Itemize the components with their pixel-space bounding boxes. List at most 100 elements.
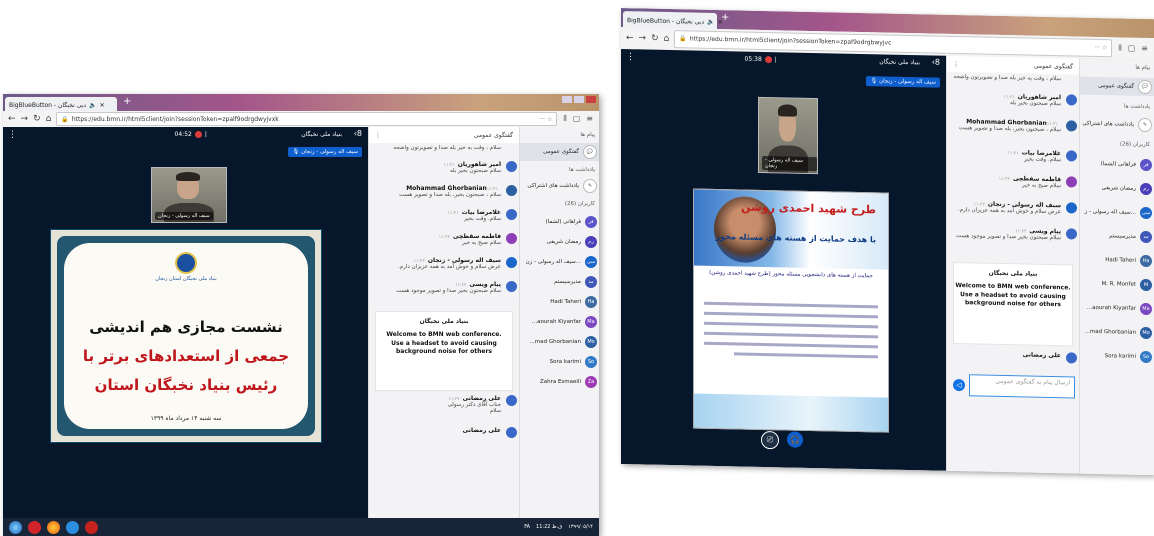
user-list-item[interactable]: سیف اله رسولی - ز... سی (1080, 203, 1154, 223)
chat-options-icon[interactable]: ⋮ (375, 132, 381, 139)
sidebar-icon[interactable]: ▢ (573, 114, 581, 124)
sidebar-item-shared-notes[interactable]: یادداشت های اشتراکی ✎ (1080, 115, 1154, 135)
user-list-item[interactable]: ...aourah Kiyanfar Ma (1080, 299, 1154, 319)
share-screen-icon[interactable]: ⎚ (761, 430, 779, 450)
home-icon[interactable]: ⌂ (664, 34, 670, 44)
clock[interactable]: 11:22 ق.ظ (536, 524, 562, 530)
sender-name: فاطمه سقطچی (452, 233, 501, 240)
language-indicator[interactable]: FA (524, 524, 530, 530)
bookmark-star-icon[interactable]: ··· ☆ (1094, 44, 1107, 51)
chat-message-input[interactable]: ارسال پیام به گفتگوی عمومی (969, 374, 1075, 399)
new-tab-button[interactable]: + (123, 96, 131, 107)
window-close-button[interactable] (586, 96, 596, 103)
opera-icon[interactable] (28, 520, 41, 534)
avatar (506, 395, 517, 406)
avatar (1066, 352, 1077, 364)
speaker-icon[interactable]: 🔈 (707, 19, 714, 26)
start-button-icon[interactable] (9, 520, 22, 534)
send-message-button[interactable]: ◁ (953, 378, 965, 392)
reload-icon[interactable]: ↻ (651, 34, 659, 44)
chat-message: فاطمه سقطچی۱۱:۲۲ سلام صبح به خیر (951, 174, 1077, 190)
user-list-item[interactable]: Sora karimi So (520, 353, 599, 371)
address-bar[interactable]: 🔒 https://edu.bmn.ir/html5client/join?se… (56, 112, 558, 126)
firefox-icon[interactable] (47, 520, 60, 534)
sidebar-icon[interactable]: ▢ (1128, 44, 1136, 54)
internet-explorer-icon[interactable] (66, 520, 79, 534)
presentation-slide: طرح شهید احمدی روشن با هدف حمایت از هسته… (693, 188, 889, 433)
back-arrow-icon[interactable]: ← (8, 114, 16, 124)
message-time: ۱۱:۲۱ (1007, 151, 1019, 157)
date[interactable]: ۱۳۹۹/۰۵/۱۴ (568, 524, 593, 530)
public-chat-panel: ⋮ گفتگوی عمومی سلام ، وقت به خیر بله صدا… (946, 55, 1079, 474)
user-list-item[interactable]: Hadi Taheri Ha (1080, 251, 1154, 271)
avatar (506, 233, 517, 244)
user-list-item[interactable]: ...mad Ghorbanian Mo (1080, 323, 1154, 343)
user-list-item[interactable]: Hadi Taheri Ha (520, 293, 599, 311)
sender-name: Mohammad Ghorbanian (406, 185, 487, 192)
user-list-toggle-icon[interactable]: ‹8 (354, 129, 362, 138)
user-list-item[interactable]: Sora karimi So (1080, 347, 1154, 367)
hamburger-menu-icon[interactable]: ≡ (1141, 44, 1148, 54)
user-list-item[interactable]: مدیرسیستم مد (1080, 227, 1154, 247)
forward-arrow-icon[interactable]: → (21, 114, 29, 124)
more-vertical-icon[interactable]: ⋮ (8, 130, 17, 140)
headphones-icon[interactable]: 🎧 (787, 431, 803, 448)
avatar (1066, 202, 1077, 214)
user-list-item[interactable]: سیف اله رسولی - زن... سی (520, 253, 599, 271)
slide-text-line (704, 321, 878, 329)
library-icon[interactable]: ⫴ (1118, 43, 1121, 53)
home-icon[interactable]: ⌂ (46, 114, 52, 124)
talking-indicator[interactable]: 🎙 سیف اله رسولی - زنجان (288, 147, 362, 157)
new-tab-button[interactable]: + (721, 12, 729, 23)
avatar (506, 427, 517, 438)
organization-logo-icon (175, 252, 197, 274)
sidebar-item-shared-notes[interactable]: یادداشت های اشتراکی ✎ (520, 177, 599, 195)
user-list-item[interactable]: مدیرسیستم مد (520, 273, 599, 291)
talking-indicator[interactable]: 🎙 سیف اله رسولی - زنجان (866, 76, 940, 88)
reload-icon[interactable]: ↻ (33, 114, 41, 124)
user-list-item[interactable]: ...mad Ghorbanian Mo (520, 333, 599, 351)
user-avatar: Ma (585, 316, 597, 328)
more-vertical-icon[interactable]: ⋮ (626, 52, 635, 62)
record-icon[interactable] (194, 131, 202, 138)
user-name: مدیرسیستم (1109, 233, 1136, 240)
speaker-icon[interactable]: 🔈 (89, 102, 96, 109)
user-list-item[interactable]: رمضان شریفی رم (520, 233, 599, 251)
navigation-bar: ← → ↻ ⌂ 🔒 https://edu.bmn.ir/html5client… (3, 111, 599, 128)
url-text: https://edu.bmn.ir/html5client/join?sess… (689, 35, 892, 48)
user-name: مدیرسیستم (554, 279, 581, 285)
user-avatar: مد (585, 276, 597, 288)
record-icon[interactable] (764, 56, 772, 64)
user-list-item[interactable]: فراهانی (لشما) فر (520, 213, 599, 231)
slide-body-title: حمایت از هسته های دانشجویی مسئله محور (ط… (709, 269, 873, 280)
user-list-item[interactable]: Zahra Esmaeili Za (520, 373, 599, 391)
maximize-button[interactable] (574, 96, 584, 103)
sidebar-item-public-chat[interactable]: گفتگوی عمومی 💬 (520, 143, 599, 161)
webcam-video[interactable]: سیف اله رسولی - زنجان (151, 167, 227, 223)
slide-text-line (704, 311, 878, 319)
library-icon[interactable]: ⫴ (563, 114, 566, 124)
sender-name: علی رمضانی (462, 395, 501, 402)
meeting-header: ⋮ 04:52 | بنیاد ملی نخبگان ‹8 (3, 127, 368, 145)
minimize-button[interactable] (562, 96, 572, 103)
close-icon[interactable]: ✕ (100, 102, 105, 109)
app-icon[interactable] (85, 520, 98, 534)
chat-title[interactable]: گفتگوی عمومی (474, 132, 513, 139)
chat-message: سیف اله رسولی - زنجان۱۱:۲۲ عرض سلام و خو… (951, 200, 1077, 216)
bookmark-star-icon[interactable]: ··· ☆ (539, 116, 552, 123)
back-arrow-icon[interactable]: ← (626, 33, 634, 43)
chat-options-icon[interactable]: ⋮ (953, 60, 959, 67)
user-list-item[interactable]: ...aourah Kiyanfar Ma (520, 313, 599, 331)
user-avatar: Mo (1140, 326, 1152, 340)
forward-arrow-icon[interactable]: → (639, 33, 647, 43)
sidebar-item-public-chat[interactable]: گفتگوی عمومی 💬 (1080, 76, 1154, 97)
user-list-item[interactable]: رمضان شریفی رم (1080, 179, 1154, 199)
user-name: ...mad Ghorbanian (529, 339, 581, 345)
user-list-item[interactable]: فراهانی (لشما) فر (1080, 155, 1154, 175)
hamburger-menu-icon[interactable]: ≡ (586, 114, 593, 124)
user-list-item[interactable]: M. R. Monfet M (1080, 275, 1154, 295)
webcam-video[interactable]: سیف اله رسولی - زنجان (758, 96, 818, 175)
meeting-title: بنیاد ملی نخبگان (301, 131, 342, 138)
user-list-toggle-icon[interactable]: ‹8 (932, 58, 940, 67)
chat-title[interactable]: گفتگوی عمومی (1034, 62, 1073, 70)
